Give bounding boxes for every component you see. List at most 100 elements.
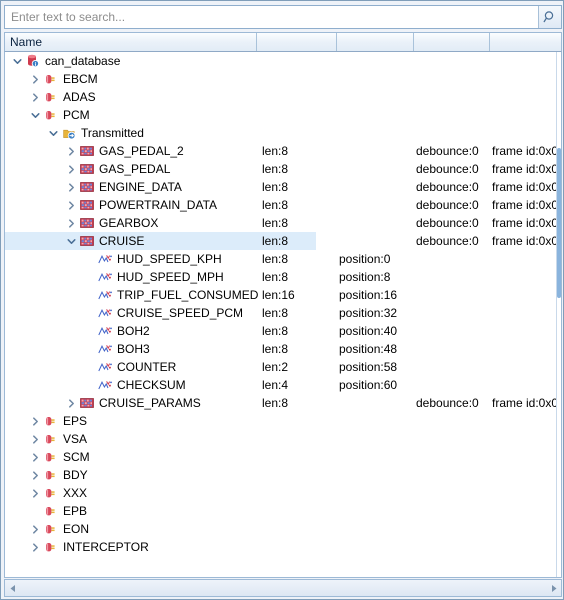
chevron-right-icon[interactable] [28,70,42,88]
tree-row[interactable]: CRUISE len:8 debounce:0 frame id:0x0... [5,232,561,250]
column-header-debounce[interactable] [414,33,490,51]
tree-row-name-cell[interactable]: VSA [5,430,280,448]
tree-row[interactable]: CHECKSUM len:4 position:60 [5,376,561,394]
tree-row-label: ADAS [63,90,96,104]
tree-row[interactable]: GAS_PEDAL_2 len:8 debounce:0 frame id:0x0..… [5,142,561,160]
tree-row-position: position:16 [339,288,398,302]
tree-row-debounce: debounce:0 [416,162,479,176]
tree-row-len: len:8 [262,342,289,356]
tree-row[interactable]: HUD_SPEED_KPH len:8 position:0 [5,250,561,268]
scroll-right-button[interactable] [545,580,561,596]
tree-row-name-cell[interactable]: can_database [5,52,262,70]
tree-row-label: TRIP_FUEL_CONSUMED [117,288,259,302]
chevron-right-icon[interactable] [28,466,42,484]
tree-row[interactable]: CRUISE_PARAMS len:8 debounce:0 frame id:0x0… [5,394,561,412]
tree-row[interactable]: PCM [5,106,561,124]
chevron-right-icon[interactable] [64,178,78,196]
chevron-right-icon[interactable] [28,448,42,466]
tree-row-name-cell[interactable]: SCM [5,448,280,466]
tree-row-label: CRUISE [99,234,145,248]
tree-row[interactable]: ENGINE_DATA len:8 debounce:0 frame id:0x0..… [5,178,561,196]
chevron-right-icon[interactable] [28,484,42,502]
tree-row[interactable]: EPS [5,412,561,430]
tree-row[interactable]: GEARBOX len:8 debounce:0 frame id:0x0... [5,214,561,232]
tree-row[interactable]: GAS_PEDAL len:8 debounce:0 frame id:0x0... [5,160,561,178]
column-header-name[interactable]: Name [5,33,257,51]
tree-row-label: BDY [63,468,88,482]
chevron-down-icon[interactable] [28,106,42,124]
tree-row-name-cell[interactable]: PCM [5,106,280,124]
tree-row-debounce: debounce:0 [416,144,479,158]
tree-row-name-cell[interactable]: BDY [5,466,280,484]
tree-view[interactable]: can_database EBCM ADAS PCM Transmitted GAS_PE… [4,52,562,578]
search-input[interactable] [5,6,538,28]
chevron-right-icon[interactable] [64,214,78,232]
chevron-down-icon[interactable] [46,124,60,142]
tree-row[interactable]: EON [5,520,561,538]
tree-row[interactable]: VSA [5,430,561,448]
chevron-right-icon[interactable] [64,160,78,178]
tree-row[interactable]: ADAS [5,88,561,106]
chevron-down-icon[interactable] [10,52,24,70]
chevron-right-icon[interactable] [64,196,78,214]
tree-row[interactable]: BOH2 len:8 position:40 [5,322,561,340]
tree-row-name-cell[interactable]: ADAS [5,88,280,106]
right-arrow-icon [549,584,558,593]
column-header-len[interactable] [257,33,337,51]
tree-row-name-cell[interactable]: EBCM [5,70,280,88]
tree-row[interactable]: INTERCEPTOR [5,538,561,556]
tree-row[interactable]: CRUISE_SPEED_PCM len:8 position:32 [5,304,561,322]
search-button[interactable] [538,6,561,28]
tree-row-name-cell[interactable]: Transmitted [5,124,298,142]
tree-row[interactable]: Transmitted [5,124,561,142]
vertical-scrollbar[interactable] [556,52,561,577]
tree-row-name-cell[interactable]: EON [5,520,280,538]
tree-row-name-cell[interactable]: XXX [5,484,280,502]
tree-row-len: len:8 [262,324,289,338]
scroll-left-button[interactable] [5,580,21,596]
tree-row-len: len:16 [262,288,295,302]
tree-row[interactable]: COUNTER len:2 position:58 [5,358,561,376]
chevron-right-icon[interactable] [28,88,42,106]
vertical-scrollbar-thumb[interactable] [557,148,561,298]
tree-row-name-cell[interactable]: EPB [5,502,280,520]
tree-row[interactable]: EBCM [5,70,561,88]
tree-row[interactable]: BDY [5,466,561,484]
tree-row[interactable]: SCM [5,448,561,466]
tree-row-position: position:8 [339,270,391,284]
tree-row[interactable]: BOH3 len:8 position:48 [5,340,561,358]
chevron-right-icon[interactable] [64,394,78,412]
chevron-right-icon[interactable] [28,520,42,538]
tree-row[interactable]: POWERTRAIN_DATA len:8 debounce:0 frame id:0… [5,196,561,214]
tree-row[interactable]: TRIP_FUEL_CONSUMED len:16 position:16 [5,286,561,304]
node-icon [42,448,60,466]
horizontal-scrollbar[interactable] [4,579,562,597]
tree-row-label: SCM [63,450,90,464]
tree-row-label: BOH2 [117,324,150,338]
transmitted-icon [60,124,78,142]
chevron-right-icon[interactable] [28,412,42,430]
chevron-right-icon[interactable] [28,430,42,448]
tree-row[interactable]: EPB [5,502,561,520]
tree-row[interactable]: can_database [5,52,561,70]
column-header-position[interactable] [337,33,414,51]
signal-icon [96,250,114,268]
tree-row-len: len:4 [262,378,289,392]
tree-row-name-cell[interactable]: INTERCEPTOR [5,538,280,556]
chevron-right-icon[interactable] [28,538,42,556]
node-icon [42,466,60,484]
node-icon [42,520,60,538]
tree-row-label: BOH3 [117,342,150,356]
tree-row-name-cell[interactable]: EPS [5,412,280,430]
column-header-frameid[interactable] [490,33,561,51]
signal-icon [96,268,114,286]
chevron-down-icon[interactable] [64,232,78,250]
tree-row[interactable]: HUD_SPEED_MPH len:8 position:8 [5,268,561,286]
chevron-right-icon[interactable] [64,142,78,160]
tree-row[interactable]: XXX [5,484,561,502]
tree-row-label: GEARBOX [99,216,159,230]
